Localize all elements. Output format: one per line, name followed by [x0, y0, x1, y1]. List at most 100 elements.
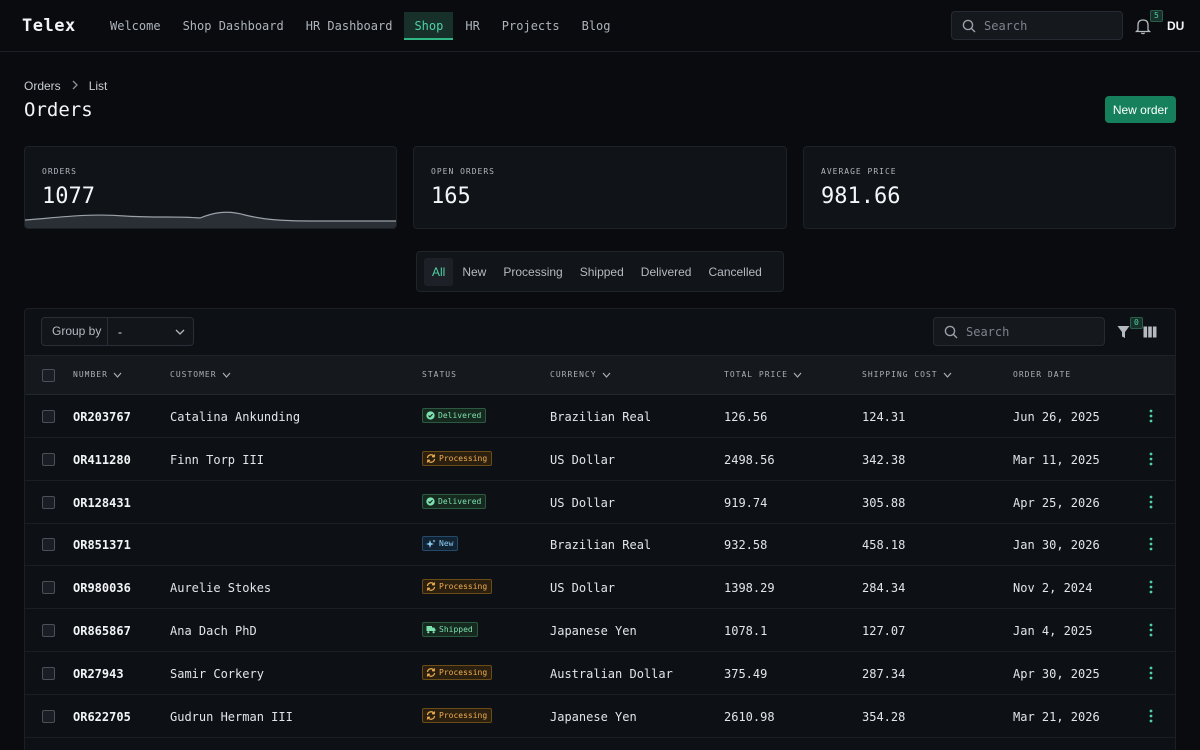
- order-number[interactable]: OR203767: [73, 410, 131, 424]
- notification-count-badge: 5: [1150, 10, 1163, 22]
- user-avatar[interactable]: DU: [1167, 19, 1184, 33]
- nav-item-hr[interactable]: HR: [455, 12, 489, 40]
- stat-label: OPEN ORDERS: [431, 167, 495, 176]
- nav-item-blog[interactable]: Blog: [572, 12, 621, 40]
- order-number[interactable]: OR980036: [73, 581, 131, 595]
- tab-new[interactable]: New: [454, 258, 494, 286]
- table-row[interactable]: OR622705 Gudrun Herman III Processing Japan…: [25, 695, 1175, 738]
- refresh-icon: [426, 668, 436, 677]
- status-badge: Processing: [422, 450, 493, 466]
- column-label: CURRENCY: [550, 370, 597, 379]
- order-shipping-cost: 342.38: [862, 452, 906, 467]
- table-row[interactable]: OR27943 Samir Corkery Processing Australian…: [25, 652, 1175, 695]
- chevron-right-icon: [71, 79, 79, 93]
- group-by-value: -: [118, 324, 122, 339]
- chevron-down-icon: [943, 372, 952, 378]
- column-header-total-price[interactable]: TOTAL PRICE: [724, 370, 802, 379]
- order-shipping-cost: 458.18: [862, 538, 906, 553]
- more-actions-icon[interactable]: [1148, 580, 1154, 594]
- table-search[interactable]: [933, 317, 1105, 346]
- search-icon: [962, 19, 976, 32]
- new-order-button[interactable]: New order: [1105, 96, 1176, 123]
- status-label: Processing: [439, 710, 488, 720]
- more-actions-icon[interactable]: [1148, 537, 1154, 551]
- chevron-down-icon: [793, 372, 802, 378]
- table-row[interactable]: OR980036 Aurelie Stokes Processing US Dolla…: [25, 566, 1175, 610]
- more-actions-icon[interactable]: [1148, 409, 1154, 423]
- table-row[interactable]: OR411280 Finn Torp III Processing US Dollar…: [25, 438, 1175, 481]
- more-actions-icon[interactable]: [1148, 452, 1154, 466]
- table-row[interactable]: OR128431 Delivered US Dollar 919.74 305.88 Ap…: [25, 481, 1175, 524]
- row-checkbox[interactable]: [42, 709, 55, 723]
- sparkles-icon: [426, 539, 436, 548]
- refresh-icon: [426, 454, 436, 463]
- column-header-number[interactable]: NUMBER: [73, 370, 122, 379]
- order-number[interactable]: OR128431: [73, 496, 131, 510]
- table-row[interactable]: OR203767 Catalina Ankunding Delivered Brazi…: [25, 395, 1175, 438]
- tab-all[interactable]: All: [424, 257, 454, 286]
- brand-logo[interactable]: Telex: [22, 16, 76, 36]
- order-number[interactable]: OR622705: [73, 710, 131, 724]
- global-search[interactable]: [951, 11, 1123, 40]
- status-label: Processing: [439, 453, 488, 463]
- order-date: Nov 2, 2024: [1013, 581, 1093, 596]
- more-actions-icon[interactable]: [1148, 623, 1154, 637]
- order-total-price: 126.56: [724, 410, 768, 424]
- order-number[interactable]: OR27943: [73, 667, 124, 681]
- more-actions-icon[interactable]: [1148, 666, 1154, 680]
- nav-item-hr-dashboard[interactable]: HR Dashboard: [296, 12, 403, 40]
- nav-item-welcome[interactable]: Welcome: [100, 12, 171, 40]
- order-total-price: 2498.56: [724, 452, 775, 467]
- tab-cancelled[interactable]: Cancelled: [700, 258, 769, 286]
- top-bar: Telex Welcome Shop Dashboard HR Dashboard S…: [0, 0, 1200, 52]
- order-currency: Japanese Yen: [550, 709, 637, 724]
- row-checkbox[interactable]: [42, 666, 55, 680]
- nav-item-projects[interactable]: Projects: [492, 12, 570, 40]
- orders-table-panel: Group by - 0 NUMBER CUSTOMER STATUS CURR…: [24, 308, 1176, 750]
- order-date: Apr 30, 2025: [1013, 666, 1100, 681]
- status-label: Delivered: [438, 411, 482, 420]
- breadcrumb: Orders List: [24, 79, 107, 93]
- tab-processing[interactable]: Processing: [495, 258, 570, 286]
- column-header-status: STATUS: [422, 370, 457, 379]
- row-checkbox[interactable]: [42, 581, 55, 595]
- select-all-checkbox[interactable]: [42, 369, 55, 382]
- more-actions-icon[interactable]: [1148, 709, 1154, 723]
- tab-shipped[interactable]: Shipped: [572, 258, 632, 286]
- status-badge: Processing: [422, 707, 493, 723]
- row-checkbox[interactable]: [42, 624, 55, 637]
- check-circle-icon: [426, 411, 435, 420]
- table-row[interactable]: OR851371 New Brazilian Real 932.58 458.18 Jan…: [25, 523, 1175, 567]
- main-nav: Welcome Shop Dashboard HR Dashboard Shop HR P…: [100, 12, 623, 40]
- tab-delivered[interactable]: Delivered: [633, 258, 700, 286]
- status-badge: New: [422, 536, 459, 552]
- column-header-customer[interactable]: CUSTOMER: [170, 370, 231, 379]
- order-number[interactable]: OR865867: [73, 624, 131, 638]
- more-actions-icon[interactable]: [1148, 495, 1154, 509]
- global-search-input[interactable]: [984, 18, 1104, 33]
- row-checkbox[interactable]: [42, 538, 55, 552]
- order-number[interactable]: OR411280: [73, 453, 131, 467]
- nav-item-shop[interactable]: Shop: [404, 12, 454, 40]
- order-number[interactable]: OR851371: [73, 538, 131, 552]
- order-date: Mar 21, 2026: [1013, 709, 1100, 724]
- group-by-select[interactable]: Group by -: [41, 317, 194, 346]
- stat-value: 1077: [42, 184, 95, 209]
- row-checkbox[interactable]: [42, 495, 55, 509]
- table-search-input[interactable]: [966, 324, 1086, 339]
- breadcrumb-orders[interactable]: Orders: [24, 79, 61, 93]
- columns-icon[interactable]: [1143, 326, 1157, 338]
- column-header-currency[interactable]: CURRENCY: [550, 370, 611, 379]
- order-currency: Brazilian Real: [550, 538, 652, 553]
- table-row[interactable]: OR865867 Ana Dach PhD Shipped Japanese Yen 1…: [25, 609, 1175, 652]
- filter-icon[interactable]: [1117, 325, 1130, 339]
- column-header-order-date: ORDER DATE: [1013, 370, 1071, 379]
- row-checkbox[interactable]: [42, 452, 55, 466]
- column-label: NUMBER: [73, 370, 108, 379]
- order-shipping-cost: 124.31: [862, 410, 906, 424]
- column-header-shipping-cost[interactable]: SHIPPING COST: [862, 370, 952, 379]
- nav-item-shop-dashboard[interactable]: Shop Dashboard: [173, 12, 294, 40]
- order-customer: Catalina Ankunding: [170, 410, 301, 424]
- row-checkbox[interactable]: [42, 410, 55, 423]
- order-shipping-cost: 127.07: [862, 624, 906, 638]
